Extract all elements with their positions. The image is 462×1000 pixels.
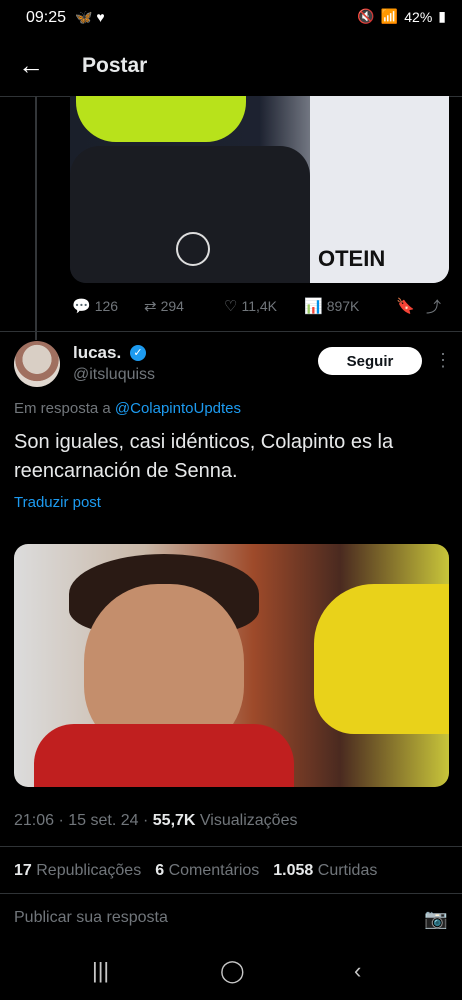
- wifi-icon: 📶: [380, 8, 399, 24]
- previous-post-actions: 💬 126 ⇄ 294 ♡ 11,4K 📊 897K 🔖 ⤴: [72, 294, 448, 318]
- back-icon[interactable]: ‹: [354, 958, 361, 984]
- battery-icon: ▮: [438, 8, 446, 24]
- share-button[interactable]: ⤴: [426, 296, 441, 317]
- views-button[interactable]: 📊 897K: [304, 297, 396, 315]
- notification-icons: 🦋 ♥: [75, 9, 105, 25]
- bookmark-icon: 🔖: [396, 298, 415, 315]
- post-stats: 17 Republicações 6 Comentários 1.058 Cur…: [14, 862, 377, 880]
- reply-button[interactable]: 💬 126: [72, 297, 144, 315]
- like-button[interactable]: ♡ 11,4K: [224, 297, 304, 315]
- divider: [0, 331, 462, 332]
- views-count: 55,7K: [152, 812, 196, 829]
- more-options-icon[interactable]: ⋮: [434, 350, 452, 371]
- system-nav-bar: ||| ◯ ‹: [0, 942, 462, 1000]
- divider: [0, 893, 462, 894]
- heart-icon: ♡: [224, 298, 238, 315]
- comment-icon: 💬: [72, 298, 91, 315]
- chart-icon: 📊: [304, 298, 323, 315]
- avatar[interactable]: [14, 341, 60, 387]
- user-handle[interactable]: @itsluquiss: [73, 366, 155, 384]
- previous-post-image[interactable]: OTEIN: [70, 96, 449, 283]
- verified-badge-icon: ✓: [130, 345, 146, 361]
- post-image[interactable]: [14, 544, 449, 787]
- status-time: 09:25: [26, 9, 67, 26]
- follow-button[interactable]: Seguir: [318, 347, 422, 375]
- reply-input[interactable]: Publicar sua resposta: [14, 909, 168, 927]
- thread-line: [35, 96, 37, 340]
- helmet-shape: [314, 584, 449, 734]
- post-time: 21:06 · 15 set. 24 ·: [14, 812, 149, 829]
- user-name[interactable]: lucas.: [73, 343, 121, 363]
- mention-link[interactable]: @ColapintoUpdtes: [115, 400, 241, 417]
- post-text: Son iguales, casi idénticos, Colapinto e…: [14, 431, 394, 482]
- reply-prefix: Em resposta a: [14, 400, 111, 417]
- bookmark-button[interactable]: 🔖: [396, 297, 426, 315]
- mute-icon: 🔇: [357, 8, 375, 24]
- divider: [0, 846, 462, 847]
- status-right: 🔇 📶 42% ▮: [357, 8, 446, 25]
- helmet-shape: [76, 96, 246, 142]
- post-meta: 21:06 · 15 set. 24 · 55,7K Visualizações: [14, 812, 297, 830]
- likes-stat[interactable]: 1.058 Curtidas: [273, 862, 377, 880]
- top-bar: ← Postar: [0, 36, 462, 97]
- reposts-stat[interactable]: 17 Republicações: [14, 862, 141, 880]
- reply-context: Em resposta a @ColapintoUpdtes: [14, 400, 241, 417]
- recent-apps-icon[interactable]: |||: [92, 958, 109, 984]
- translate-link[interactable]: Traduzir post: [14, 494, 101, 511]
- views-label: Visualizações: [199, 812, 298, 829]
- red-suit-shape: [34, 724, 294, 787]
- mercedes-logo: [176, 232, 210, 266]
- share-icon: ⤴: [426, 298, 442, 316]
- battery-text: 42%: [404, 8, 433, 25]
- back-arrow-icon[interactable]: ←: [18, 50, 50, 82]
- home-icon[interactable]: ◯: [220, 958, 245, 984]
- page-title: Postar: [82, 54, 148, 77]
- comments-stat[interactable]: 6 Comentários: [155, 862, 259, 880]
- status-bar: 09:25 🦋 ♥ 🔇 📶 42% ▮: [0, 0, 462, 36]
- camera-icon[interactable]: 📷: [424, 907, 448, 930]
- repost-icon: ⇄: [144, 298, 157, 315]
- repost-button[interactable]: ⇄ 294: [144, 297, 224, 315]
- image-text: OTEIN: [318, 246, 386, 271]
